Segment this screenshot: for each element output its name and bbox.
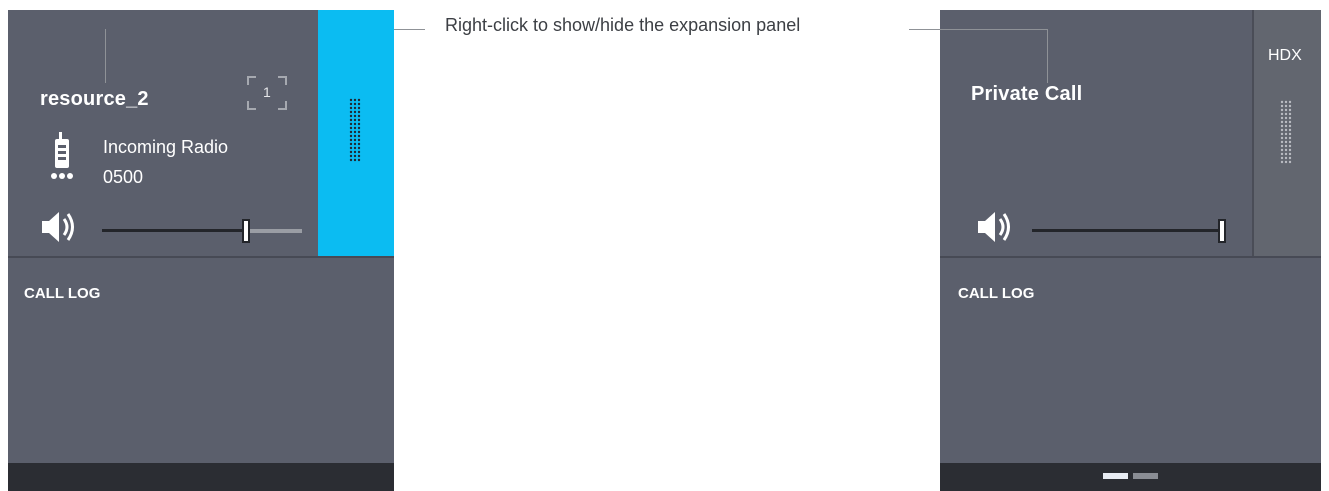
status-line-1: Incoming Radio xyxy=(103,137,229,157)
volume-slider[interactable] xyxy=(102,217,302,245)
annotation-text: Right-click to show/hide the expansion p… xyxy=(445,15,801,35)
slot-number: 1 xyxy=(263,84,271,100)
call-type-title: Private Call xyxy=(971,83,1083,105)
volume-slider-track xyxy=(102,229,246,232)
call-log-label: CALL LOG xyxy=(958,285,1035,302)
call-log-label: CALL LOG xyxy=(24,285,101,302)
right-call-panel[interactable]: Private Call HDX CALL LOG xyxy=(940,10,1321,491)
grip-icon[interactable] xyxy=(349,98,361,162)
speaker-icon[interactable] xyxy=(976,210,1016,244)
volume-slider-thumb[interactable] xyxy=(1218,219,1226,243)
annotation-line-right-vertical xyxy=(1047,29,1048,83)
hdx-badge: HDX xyxy=(1268,47,1302,64)
volume-slider-track xyxy=(1032,229,1220,232)
volume-slider-thumb[interactable] xyxy=(242,219,250,243)
resource-name: resource_2 xyxy=(40,88,149,110)
radio-icon xyxy=(50,132,74,184)
page-indicator[interactable] xyxy=(1103,473,1163,479)
strip-divider xyxy=(1252,10,1254,258)
volume-slider[interactable] xyxy=(1032,217,1232,245)
left-call-panel[interactable]: resource_2 1 Incoming Radio 0500 CALL LO… xyxy=(8,10,394,491)
annotation-line-right-horizontal xyxy=(909,29,1048,30)
annotation-line-left-vertical xyxy=(105,29,106,83)
page-indicator-dot-active[interactable] xyxy=(1103,473,1128,479)
speaker-icon[interactable] xyxy=(40,210,80,244)
volume-slider-remaining xyxy=(250,229,302,233)
page-indicator-dot[interactable] xyxy=(1133,473,1158,479)
grip-icon[interactable] xyxy=(1280,100,1292,164)
status-line-2: 0500 xyxy=(103,167,144,187)
left-bottom-bar xyxy=(8,463,394,491)
slot-frame-icon[interactable]: 1 xyxy=(246,75,288,111)
